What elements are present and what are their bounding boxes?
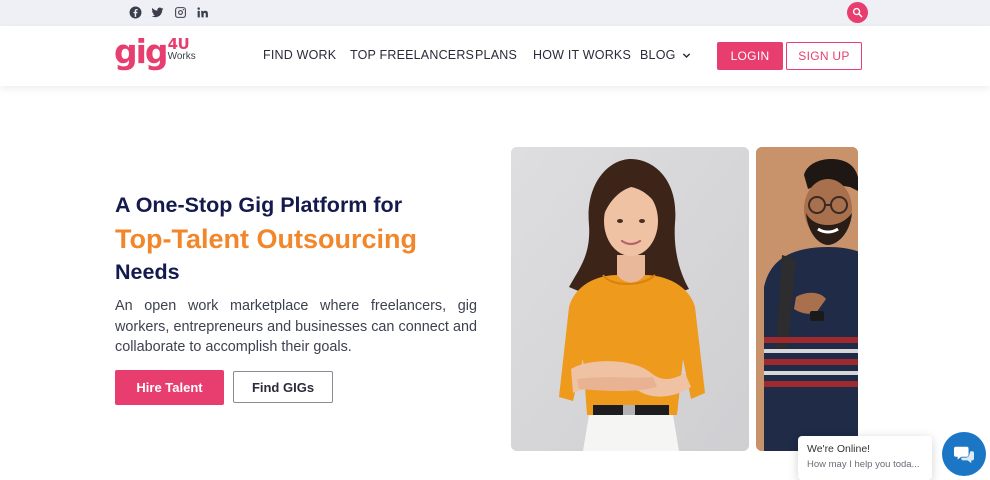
search-button[interactable] xyxy=(847,2,868,23)
nav-find-work[interactable]: FIND WORK xyxy=(263,48,336,62)
chat-widget-popup[interactable]: We're Online! How may I help you toda... xyxy=(798,436,932,480)
nav-blog-label: BLOG xyxy=(640,48,676,62)
hero-photo-woman xyxy=(511,147,749,451)
chevron-down-icon xyxy=(682,52,690,58)
hero-description: An open work marketplace where freelance… xyxy=(115,298,477,355)
hero-heading-line-3: Needs xyxy=(115,260,180,284)
chat-greeting: How may I help you toda... xyxy=(807,459,920,470)
instagram-icon[interactable] xyxy=(172,4,188,20)
nav-how-it-works[interactable]: HOW IT WORKS xyxy=(533,48,631,62)
hero-photo-man xyxy=(756,147,858,451)
nav-plans[interactable]: PLANS xyxy=(475,48,517,62)
nav-blog[interactable]: BLOG xyxy=(640,48,691,62)
logo-subtext: Works xyxy=(167,51,196,62)
chat-status-title: We're Online! xyxy=(807,443,871,455)
linkedin-icon[interactable] xyxy=(194,4,210,20)
chat-icon xyxy=(954,446,974,464)
hire-talent-button[interactable]: Hire Talent xyxy=(115,370,224,405)
logo-main-text: gig xyxy=(114,32,169,71)
main-header: gig 4U Works FIND WORK TOP FREELANCERS P… xyxy=(0,26,990,86)
chat-open-button[interactable] xyxy=(942,432,986,476)
find-gigs-button[interactable]: Find GIGs xyxy=(233,371,333,403)
nav-top-freelancers[interactable]: TOP FREELANCERS xyxy=(350,48,474,62)
facebook-icon[interactable] xyxy=(127,4,143,20)
hero-heading-line-1: A One-Stop Gig Platform for xyxy=(115,193,403,217)
search-icon xyxy=(852,7,863,18)
brand-logo[interactable]: gig 4U Works xyxy=(114,34,196,74)
signup-button[interactable]: SIGN UP xyxy=(786,42,862,70)
logo-superscript: 4U xyxy=(167,35,190,53)
hero-heading-highlight: Top-Talent Outsourcing xyxy=(115,224,417,254)
twitter-icon[interactable] xyxy=(149,4,165,20)
login-button[interactable]: LOGIN xyxy=(717,42,783,70)
top-bar xyxy=(0,0,990,26)
